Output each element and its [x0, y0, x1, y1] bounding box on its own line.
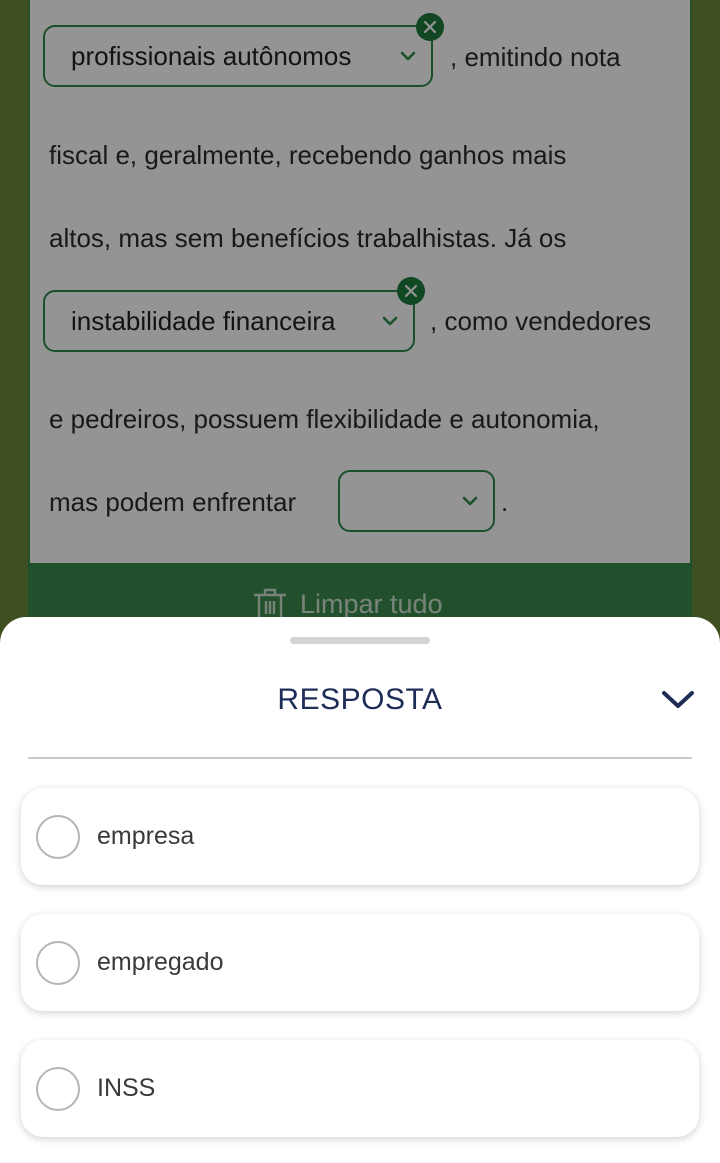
- drag-handle[interactable]: [290, 637, 430, 644]
- divider: [28, 757, 692, 759]
- radio-button[interactable]: [36, 1066, 80, 1111]
- option-empregado[interactable]: empregado: [21, 914, 699, 1011]
- option-label: INSS: [97, 1074, 156, 1102]
- answer-bottom-sheet: RESPOSTA empresa empregado INSS: [0, 617, 720, 1163]
- chevron-down-icon[interactable]: [660, 687, 696, 713]
- radio-button[interactable]: [36, 940, 80, 985]
- sheet-title: RESPOSTA: [277, 683, 443, 716]
- option-label: empresa: [97, 822, 195, 850]
- option-empresa[interactable]: empresa: [21, 788, 699, 885]
- radio-button[interactable]: [36, 814, 80, 859]
- option-label: empregado: [97, 948, 224, 976]
- option-inss[interactable]: INSS: [21, 1040, 699, 1137]
